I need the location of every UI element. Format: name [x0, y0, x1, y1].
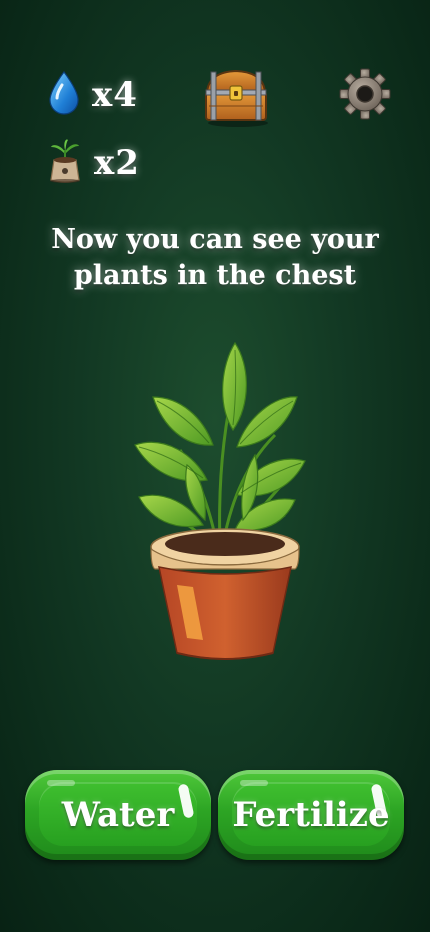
chest-button[interactable] — [201, 66, 271, 128]
water-button[interactable]: Water — [25, 770, 211, 860]
potted-plant[interactable] — [125, 335, 315, 665]
potted-plant-icon — [134, 341, 306, 660]
water-drop-icon — [46, 70, 82, 120]
water-button-label: Water — [61, 795, 175, 835]
button-shine — [177, 783, 195, 819]
fertilize-button-label: Fertilize — [232, 795, 390, 835]
fertilize-button[interactable]: Fertilize — [218, 770, 404, 860]
message-line-2: plants in the chest — [73, 260, 357, 291]
settings-button[interactable] — [339, 68, 391, 120]
seed-bag-icon — [46, 138, 84, 188]
water-counter: x4 — [46, 70, 138, 120]
gear-icon — [339, 68, 391, 120]
fertilizer-count: x2 — [94, 143, 140, 183]
button-highlight — [47, 780, 75, 786]
button-highlight — [240, 780, 268, 786]
water-count: x4 — [92, 75, 138, 115]
treasure-chest-icon — [205, 69, 268, 127]
fertilizer-counter: x2 — [46, 138, 140, 188]
message-line-1: Now you can see your — [51, 224, 379, 255]
info-message: Now you can see your plants in the chest — [30, 222, 400, 294]
